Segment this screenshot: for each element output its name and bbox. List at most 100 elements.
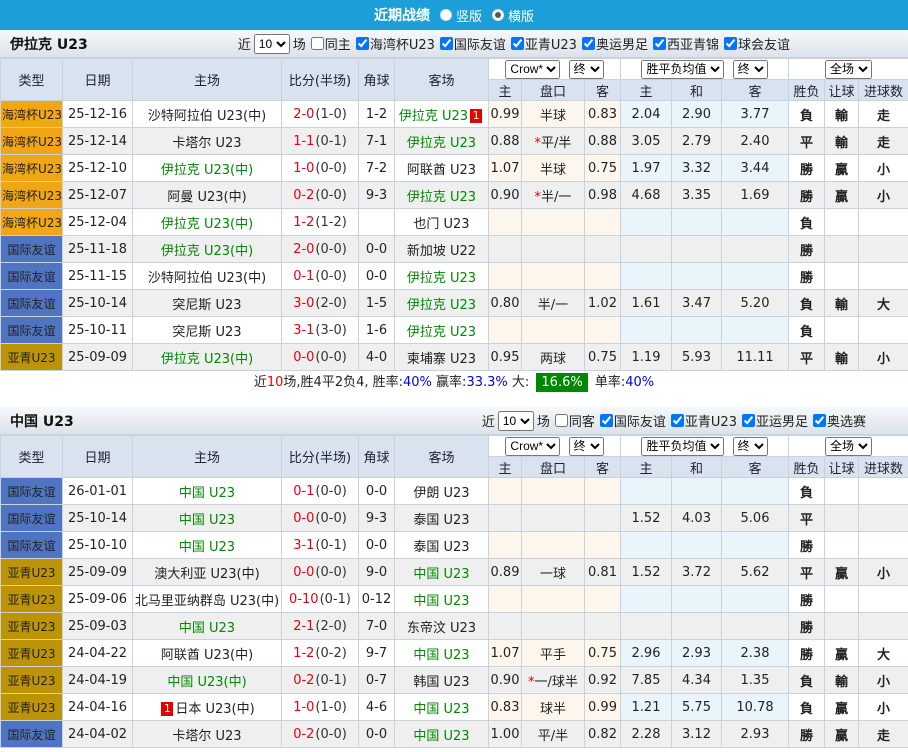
home-team[interactable]: 中国 U23: [133, 478, 282, 505]
away-team-name[interactable]: 中国 U23: [413, 567, 469, 582]
home-team[interactable]: 卡塔尔 U23: [133, 721, 282, 748]
away-team[interactable]: 伊拉克 U231: [395, 101, 489, 128]
away-team-name[interactable]: 东帝汶 U23: [407, 621, 476, 636]
away-team[interactable]: 柬埔寨 U23: [395, 344, 489, 371]
competition-checkbox[interactable]: [600, 414, 613, 427]
home-team[interactable]: 中国 U23(中): [133, 667, 282, 694]
layout-vertical-option[interactable]: 竖版: [440, 6, 482, 25]
odds-company-select[interactable]: Crow*: [505, 437, 560, 456]
competition-checkbox[interactable]: [511, 37, 524, 50]
home-team[interactable]: 突尼斯 U23: [133, 290, 282, 317]
radio-icon[interactable]: [440, 9, 452, 21]
away-team-name[interactable]: 阿联酋 U23: [407, 163, 476, 178]
competition-badge[interactable]: 国际友谊: [1, 721, 63, 748]
final-odds-select[interactable]: 终: [733, 60, 768, 79]
away-team[interactable]: 泰国 U23: [395, 505, 489, 532]
competition-filter[interactable]: 奥运男足: [582, 34, 648, 53]
competition-badge[interactable]: 亚青U23: [1, 640, 63, 667]
competition-checkbox[interactable]: [356, 37, 369, 50]
competition-badge[interactable]: 海湾杯U23: [1, 155, 63, 182]
competition-filter[interactable]: 球会友谊: [724, 34, 790, 53]
same-venue-filter[interactable]: 同客: [555, 411, 595, 430]
competition-checkbox[interactable]: [582, 37, 595, 50]
competition-checkbox[interactable]: [813, 414, 826, 427]
games-count-select[interactable]: 10: [254, 34, 290, 54]
away-team-name[interactable]: 伊拉克 U23: [399, 109, 468, 124]
competition-badge[interactable]: 亚青U23: [1, 586, 63, 613]
competition-filter[interactable]: 海湾杯U23: [356, 34, 435, 53]
competition-badge[interactable]: 亚青U23: [1, 694, 63, 721]
competition-badge[interactable]: 海湾杯U23: [1, 209, 63, 236]
away-team-name[interactable]: 中国 U23: [413, 702, 469, 717]
competition-badge[interactable]: 国际友谊: [1, 505, 63, 532]
competition-filter[interactable]: 奥选赛: [813, 411, 866, 430]
away-team-name[interactable]: 柬埔寨 U23: [407, 352, 476, 367]
away-team-name[interactable]: 泰国 U23: [413, 513, 469, 528]
home-team-name[interactable]: 中国 U23: [179, 513, 235, 528]
competition-badge[interactable]: 国际友谊: [1, 532, 63, 559]
away-team[interactable]: 中国 U23: [395, 694, 489, 721]
away-team[interactable]: 伊朗 U23: [395, 478, 489, 505]
home-team[interactable]: 突尼斯 U23: [133, 317, 282, 344]
away-team-name[interactable]: 也门 U23: [413, 217, 469, 232]
away-team-name[interactable]: 伊拉克 U23: [407, 325, 476, 340]
away-team[interactable]: 伊拉克 U23: [395, 263, 489, 290]
competition-badge[interactable]: 国际友谊: [1, 317, 63, 344]
home-team-name[interactable]: 阿联酋 U23(中): [161, 648, 253, 663]
odds-company-select[interactable]: Crow*: [505, 60, 560, 79]
away-team[interactable]: 新加坡 U22: [395, 236, 489, 263]
home-team[interactable]: 阿曼 U23(中): [133, 182, 282, 209]
away-team[interactable]: 东帝汶 U23: [395, 613, 489, 640]
home-team-name[interactable]: 突尼斯 U23: [172, 298, 241, 313]
home-team[interactable]: 中国 U23: [133, 505, 282, 532]
home-team-name[interactable]: 中国 U23: [179, 486, 235, 501]
layout-horizontal-option[interactable]: 横版: [492, 6, 534, 25]
home-team-name[interactable]: 日本 U23(中): [175, 702, 254, 717]
radio-selected-icon[interactable]: [492, 9, 504, 21]
competition-badge[interactable]: 亚青U23: [1, 559, 63, 586]
competition-badge[interactable]: 国际友谊: [1, 290, 63, 317]
home-team-name[interactable]: 北马里亚纳群岛 U23(中): [135, 594, 279, 609]
away-team[interactable]: 伊拉克 U23: [395, 128, 489, 155]
away-team-name[interactable]: 中国 U23: [413, 648, 469, 663]
competition-badge[interactable]: 国际友谊: [1, 263, 63, 290]
home-team-name[interactable]: 中国 U23: [179, 540, 235, 555]
home-team[interactable]: 伊拉克 U23(中): [133, 344, 282, 371]
away-team[interactable]: 中国 U23: [395, 640, 489, 667]
competition-badge[interactable]: 海湾杯U23: [1, 101, 63, 128]
home-team[interactable]: 北马里亚纳群岛 U23(中): [133, 586, 282, 613]
competition-badge[interactable]: 亚青U23: [1, 667, 63, 694]
away-team[interactable]: 中国 U23: [395, 721, 489, 748]
competition-filter[interactable]: 国际友谊: [440, 34, 506, 53]
away-team[interactable]: 伊拉克 U23: [395, 317, 489, 344]
home-team-name[interactable]: 伊拉克 U23(中): [161, 244, 253, 259]
same-venue-checkbox[interactable]: [555, 414, 568, 427]
competition-badge[interactable]: 亚青U23: [1, 613, 63, 640]
away-team-name[interactable]: 伊朗 U23: [413, 486, 469, 501]
home-team-name[interactable]: 伊拉克 U23(中): [161, 163, 253, 178]
away-team[interactable]: 也门 U23: [395, 209, 489, 236]
home-team-name[interactable]: 沙特阿拉伯 U23(中): [148, 109, 266, 124]
competition-checkbox[interactable]: [724, 37, 737, 50]
home-team[interactable]: 阿联酋 U23(中): [133, 640, 282, 667]
home-team-name[interactable]: 沙特阿拉伯 U23(中): [148, 271, 266, 286]
home-team[interactable]: 卡塔尔 U23: [133, 128, 282, 155]
competition-badge[interactable]: 海湾杯U23: [1, 128, 63, 155]
games-count-select[interactable]: 10: [498, 411, 534, 431]
away-team-name[interactable]: 新加坡 U22: [407, 244, 476, 259]
home-team[interactable]: 伊拉克 U23(中): [133, 209, 282, 236]
wdl-average-select[interactable]: 胜平负均值: [641, 437, 724, 456]
home-team-name[interactable]: 中国 U23: [179, 621, 235, 636]
competition-badge[interactable]: 亚青U23: [1, 344, 63, 371]
home-team[interactable]: 伊拉克 U23(中): [133, 155, 282, 182]
home-team-name[interactable]: 伊拉克 U23(中): [161, 352, 253, 367]
full-match-select[interactable]: 全场: [825, 60, 872, 79]
final-odds-select[interactable]: 终: [733, 437, 768, 456]
competition-badge[interactable]: 国际友谊: [1, 236, 63, 263]
home-team[interactable]: 沙特阿拉伯 U23(中): [133, 263, 282, 290]
competition-filter[interactable]: 亚青U23: [671, 411, 737, 430]
home-team[interactable]: 伊拉克 U23(中): [133, 236, 282, 263]
away-team-name[interactable]: 伊拉克 U23: [407, 298, 476, 313]
competition-checkbox[interactable]: [440, 37, 453, 50]
away-team[interactable]: 伊拉克 U23: [395, 182, 489, 209]
